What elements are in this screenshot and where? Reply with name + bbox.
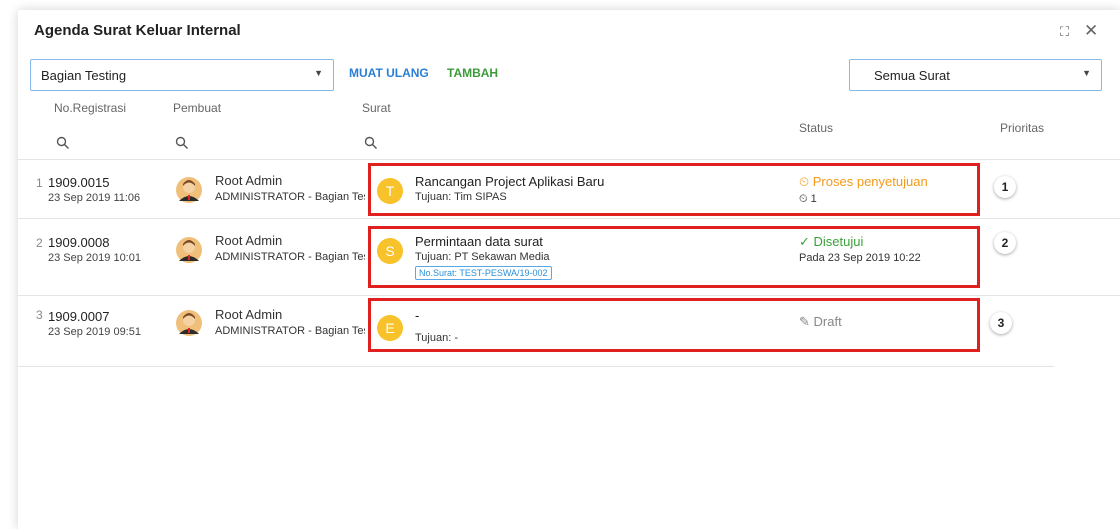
caret-down-icon: ▼ [1082, 68, 1091, 78]
priority-badge: 1 [994, 176, 1016, 198]
maker-name: Root Admin [215, 307, 283, 322]
header-divider [18, 159, 1120, 160]
status-badge: ✎ Draft [799, 314, 842, 330]
avatar [176, 177, 202, 203]
check-icon: ✓ [799, 234, 810, 249]
letter-recipient: Tujuan: - [415, 332, 459, 344]
registration-number: 1909.0008 [48, 235, 110, 250]
search-icon[interactable] [364, 136, 378, 150]
add-button[interactable]: TAMBAH [447, 66, 498, 80]
priority-badge: 2 [994, 232, 1016, 254]
maker-role: ADMINISTRATOR - Bagian Testing [215, 325, 365, 337]
timer-icon: ⏲ [799, 193, 808, 205]
priority-badge: 3 [990, 312, 1012, 334]
expand-icon[interactable]: ⛶ [1060, 24, 1070, 40]
caret-down-icon: ▼ [314, 68, 323, 78]
row-divider [18, 218, 1120, 219]
letter-avatar: S [377, 238, 403, 264]
column-header-letter[interactable]: Surat [362, 101, 391, 115]
status-text: Proses penyetujuan [812, 174, 928, 189]
registration-date: 23 Sep 2019 11:06 [48, 192, 141, 204]
avatar [176, 237, 202, 263]
row-index: 2 [36, 236, 43, 250]
letter-title[interactable]: - [415, 308, 419, 323]
search-icon[interactable] [175, 136, 189, 150]
maker-name: Root Admin [215, 233, 283, 248]
letter-title[interactable]: Permintaan data surat [415, 234, 543, 249]
letter-number-tag: No.Surat: TEST-PESWA/19-002 [415, 266, 552, 280]
filter-select[interactable]: Semua Surat ▼ [849, 59, 1102, 91]
status-count: 1 [810, 193, 817, 205]
maker-role: ADMINISTRATOR - Bagian Testing [215, 191, 365, 203]
letter-avatar: T [377, 178, 403, 204]
status-badge: ⏲ Proses penyetujuan [799, 174, 928, 190]
close-icon[interactable]: ✕ [1084, 21, 1098, 41]
registration-date: 23 Sep 2019 10:01 [48, 252, 141, 264]
letter-title[interactable]: Rancangan Project Aplikasi Baru [415, 174, 604, 189]
letter-recipient: Tujuan: PT Sekawan Media [415, 251, 550, 263]
timer-icon: ⏲ [799, 174, 810, 189]
row-index: 3 [36, 308, 43, 322]
letter-recipient: Tujuan: Tim SIPAS [415, 191, 507, 203]
status-text: Disetujui [813, 234, 864, 249]
search-icon[interactable] [56, 136, 70, 150]
status-badge: ✓ Disetujui [799, 234, 863, 250]
column-header-maker[interactable]: Pembuat [173, 101, 221, 115]
maker-name: Root Admin [215, 173, 283, 188]
column-header-priority[interactable]: Prioritas [1000, 121, 1044, 135]
highlight-box [368, 298, 980, 352]
registration-date: 23 Sep 2019 09:51 [48, 326, 141, 338]
status-date: Pada 23 Sep 2019 10:22 [799, 252, 921, 264]
unit-select[interactable]: Bagian Testing ▼ [30, 59, 334, 91]
row-divider [18, 295, 1120, 296]
registration-number: 1909.0007 [48, 309, 110, 324]
window-title: Agenda Surat Keluar Internal [34, 22, 241, 39]
agenda-window: Agenda Surat Keluar Internal ⛶ ✕ Bagian … [18, 10, 1120, 529]
status-text: Draft [813, 314, 842, 329]
letter-avatar: E [377, 315, 403, 341]
filter-select-value: Semua Surat [874, 68, 950, 83]
reload-button[interactable]: MUAT ULANG [349, 66, 429, 80]
maker-role: ADMINISTRATOR - Bagian Testing [215, 251, 365, 263]
column-header-registration[interactable]: No.Registrasi [54, 101, 126, 115]
column-header-status[interactable]: Status [799, 121, 833, 135]
avatar [176, 310, 202, 336]
row-divider [18, 366, 1054, 367]
status-counter: ⏲ 1 [799, 193, 817, 206]
unit-select-value: Bagian Testing [41, 68, 127, 83]
pencil-icon: ✎ [799, 314, 810, 329]
registration-number: 1909.0015 [48, 175, 110, 190]
row-index: 1 [36, 176, 43, 190]
